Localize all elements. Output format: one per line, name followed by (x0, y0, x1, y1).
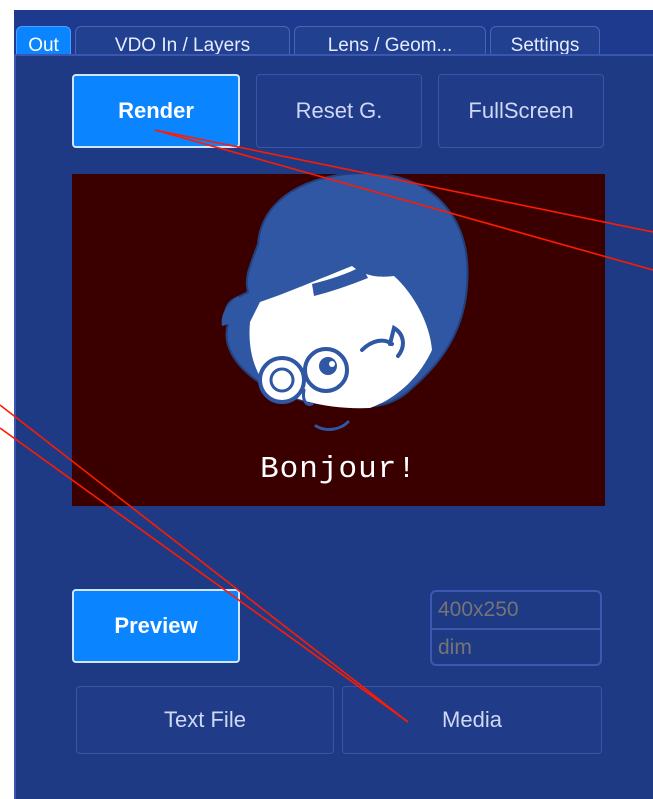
text-file-button[interactable]: Text File (76, 686, 334, 754)
media-button[interactable]: Media (342, 686, 602, 754)
reset-geometry-button[interactable]: Reset G. (256, 74, 422, 148)
dim-input[interactable] (434, 632, 598, 664)
fullscreen-button[interactable]: FullScreen (438, 74, 604, 148)
render-button[interactable]: Render (72, 74, 240, 148)
dimensions-divider (432, 628, 600, 630)
mouth (314, 420, 350, 431)
right-pupil (319, 357, 337, 375)
preview-caption: Bonjour! (260, 452, 417, 487)
dimensions-group (430, 590, 602, 666)
right-pupil-shine (329, 361, 335, 367)
left-eye (258, 356, 306, 404)
render-preview: Bonjour! (72, 172, 605, 506)
preview-button[interactable]: Preview (72, 589, 240, 663)
app-window: Out VDO In / Layers Lens / Geom... Setti… (0, 0, 653, 799)
resolution-input[interactable] (434, 594, 598, 626)
